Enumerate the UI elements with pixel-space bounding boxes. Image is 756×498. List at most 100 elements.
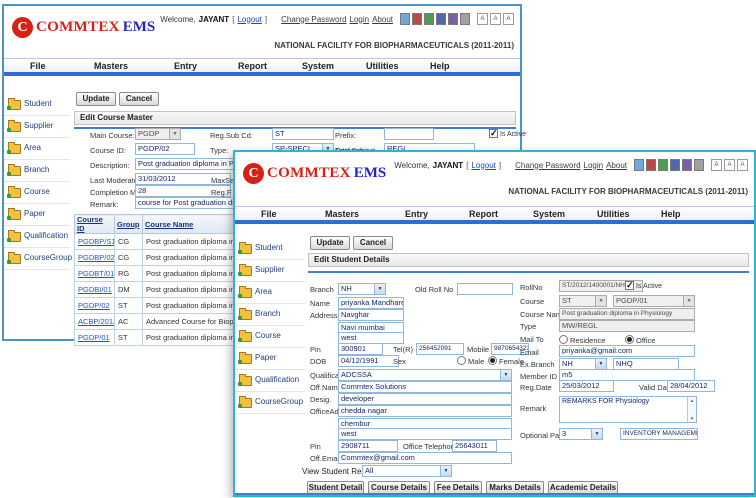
cm-prefix-input[interactable]: [384, 128, 434, 140]
cm-font-size-large-button[interactable]: A: [503, 13, 514, 25]
sd-theme-swatch-5[interactable]: [682, 159, 692, 171]
sd-sex-male-radio[interactable]: [457, 356, 466, 365]
sd-menu-entry[interactable]: Entry: [405, 207, 469, 221]
sd-sidebar-item-qualification[interactable]: Qualification: [235, 370, 305, 392]
sd-theme-swatch-3[interactable]: [658, 159, 668, 171]
cm-menu-report[interactable]: Report: [238, 59, 302, 73]
sd-font-size-small-button[interactable]: A: [711, 159, 722, 171]
sd-off-email-input[interactable]: Commtex@gmail.com: [338, 452, 512, 464]
sd-menu-file[interactable]: File: [261, 207, 325, 221]
sd-sidebar-item-supplier[interactable]: Supplier: [235, 260, 305, 282]
cm-menu-entry[interactable]: Entry: [174, 59, 238, 73]
course-id-link[interactable]: PGDBP/02: [75, 250, 115, 266]
cm-menu-utilities[interactable]: Utilities: [366, 59, 430, 73]
sd-sidebar-item-paper[interactable]: Paper: [235, 348, 305, 370]
cm-sidebar-item-paper[interactable]: Paper: [4, 204, 70, 226]
sd-office-address1-input[interactable]: chedda nagar: [338, 405, 512, 417]
sd-sidebar-item-coursegroup[interactable]: CourseGroup: [235, 392, 305, 414]
cm-col-course-id[interactable]: Course ID: [75, 215, 115, 234]
sd-dob-input[interactable]: 04/12/1991: [338, 355, 399, 367]
course-id-link[interactable]: PGDBT/01: [75, 266, 115, 282]
sd-update-button[interactable]: Update: [310, 236, 350, 250]
sd-view-record-select[interactable]: All▼: [362, 465, 452, 477]
cm-menu-file[interactable]: File: [30, 59, 94, 73]
sd-address1-input[interactable]: Navghar: [338, 309, 404, 321]
cm-theme-swatch-4[interactable]: [436, 13, 446, 25]
cm-sidebar-item-branch[interactable]: Branch: [4, 160, 70, 182]
sd-branch-select[interactable]: NH▼: [338, 283, 386, 295]
sd-menu-help[interactable]: Help: [661, 207, 725, 221]
sd-font-size-medium-button[interactable]: A: [724, 159, 735, 171]
sd-office-tel-input[interactable]: 25643011: [452, 440, 497, 452]
sd-name-input[interactable]: priyanka Mandhare: [338, 297, 404, 309]
cm-logout-link[interactable]: Logout: [237, 15, 261, 24]
sd-desig-input[interactable]: developer: [338, 393, 512, 405]
sd-mail-residence-radio[interactable]: [559, 335, 568, 344]
cm-update-button[interactable]: Update: [76, 92, 116, 106]
sd-off-name-input[interactable]: Commtex Solutions: [338, 381, 512, 393]
sd-sex-female-radio[interactable]: [488, 356, 497, 365]
sd-menu-system[interactable]: System: [533, 207, 597, 221]
cm-sidebar-item-supplier[interactable]: Supplier: [4, 116, 70, 138]
sd-mail-office-radio[interactable]: [625, 335, 634, 344]
sd-remark-textarea[interactable]: REMARKS FOR Physiology▲▼: [559, 396, 697, 423]
sd-pin-input[interactable]: 300901: [338, 343, 383, 355]
sd-theme-swatch-2[interactable]: [646, 159, 656, 171]
sd-menu-utilities[interactable]: Utilities: [597, 207, 661, 221]
cm-theme-swatch-2[interactable]: [412, 13, 422, 25]
cm-menu-system[interactable]: System: [302, 59, 366, 73]
cm-sidebar-item-area[interactable]: Area: [4, 138, 70, 160]
cm-theme-swatch-6[interactable]: [460, 13, 470, 25]
cm-description-input[interactable]: Post graduation diploma in Physiology sp…: [135, 158, 235, 170]
sd-sidebar-item-area[interactable]: Area: [235, 282, 305, 304]
course-id-link[interactable]: ACBP/2012: [75, 314, 115, 330]
cm-sidebar-item-student[interactable]: Student: [4, 94, 70, 116]
sd-email-input[interactable]: priyanka@gmail.com: [559, 345, 695, 357]
sd-theme-swatch-6[interactable]: [694, 159, 704, 171]
course-id-link[interactable]: PGDP/01: [75, 330, 115, 346]
sd-login-link[interactable]: Login: [584, 161, 604, 170]
sd-optional-paper-select[interactable]: 3▼: [559, 428, 603, 440]
sd-sidebar-item-course[interactable]: Course: [235, 326, 305, 348]
sd-sidebar-item-student[interactable]: Student: [235, 238, 305, 260]
cm-font-size-small-button[interactable]: A: [477, 13, 488, 25]
sd-tel-r-input[interactable]: 256452091: [416, 343, 464, 355]
sd-old-roll-no-input[interactable]: [457, 283, 513, 295]
cm-is-active-checkbox[interactable]: [489, 129, 498, 138]
cm-theme-swatch-5[interactable]: [448, 13, 458, 25]
sd-cancel-button[interactable]: Cancel: [353, 236, 393, 250]
cm-change-password-link[interactable]: Change Password: [281, 15, 346, 24]
sd-valid-date-input[interactable]: 28/04/2012: [667, 380, 715, 392]
sd-is-active-checkbox[interactable]: [625, 281, 634, 290]
sd-office-address3-input[interactable]: west: [338, 428, 512, 440]
sd-theme-swatch-4[interactable]: [670, 159, 680, 171]
sd-qualification-select[interactable]: ADCSSA▼: [338, 369, 512, 381]
sd-office-pin-input[interactable]: 2908711: [338, 440, 398, 452]
sd-menu-report[interactable]: Report: [469, 207, 533, 221]
sd-theme-swatch-1[interactable]: [634, 159, 644, 171]
cm-theme-swatch-3[interactable]: [424, 13, 434, 25]
sd-sidebar-item-branch[interactable]: Branch: [235, 304, 305, 326]
sd-optional-paper-name-input[interactable]: INVENTORY MANAGEMENT: [620, 428, 698, 440]
cm-sidebar-item-qualification[interactable]: Qualification: [4, 226, 70, 248]
cm-cancel-button[interactable]: Cancel: [119, 92, 159, 106]
cm-menu-help[interactable]: Help: [430, 59, 494, 73]
sd-menu-masters[interactable]: Masters: [325, 207, 405, 221]
sd-logout-link[interactable]: Logout: [471, 161, 495, 170]
cm-sidebar-item-coursegroup[interactable]: CourseGroup: [4, 248, 70, 270]
cm-course-id-input[interactable]: PGDP/02: [135, 143, 195, 155]
cm-font-size-medium-button[interactable]: A: [490, 13, 501, 25]
sd-change-password-link[interactable]: Change Password: [515, 161, 580, 170]
course-id-link[interactable]: PGDP/02: [75, 298, 115, 314]
course-id-link[interactable]: PGDBI/01: [75, 282, 115, 298]
cm-sidebar-item-course[interactable]: Course: [4, 182, 70, 204]
cm-main-course-select[interactable]: PGDP▼: [135, 128, 181, 140]
cm-col-group[interactable]: Group: [115, 215, 143, 234]
cm-about-link[interactable]: About: [372, 15, 393, 24]
cm-theme-swatch-1[interactable]: [400, 13, 410, 25]
sd-font-size-large-button[interactable]: A: [737, 159, 748, 171]
sd-about-link[interactable]: About: [606, 161, 627, 170]
course-id-link[interactable]: PGDBP/S1: [75, 234, 115, 250]
cm-menu-masters[interactable]: Masters: [94, 59, 174, 73]
sd-reg-date-input[interactable]: 25/03/2012: [559, 380, 614, 392]
